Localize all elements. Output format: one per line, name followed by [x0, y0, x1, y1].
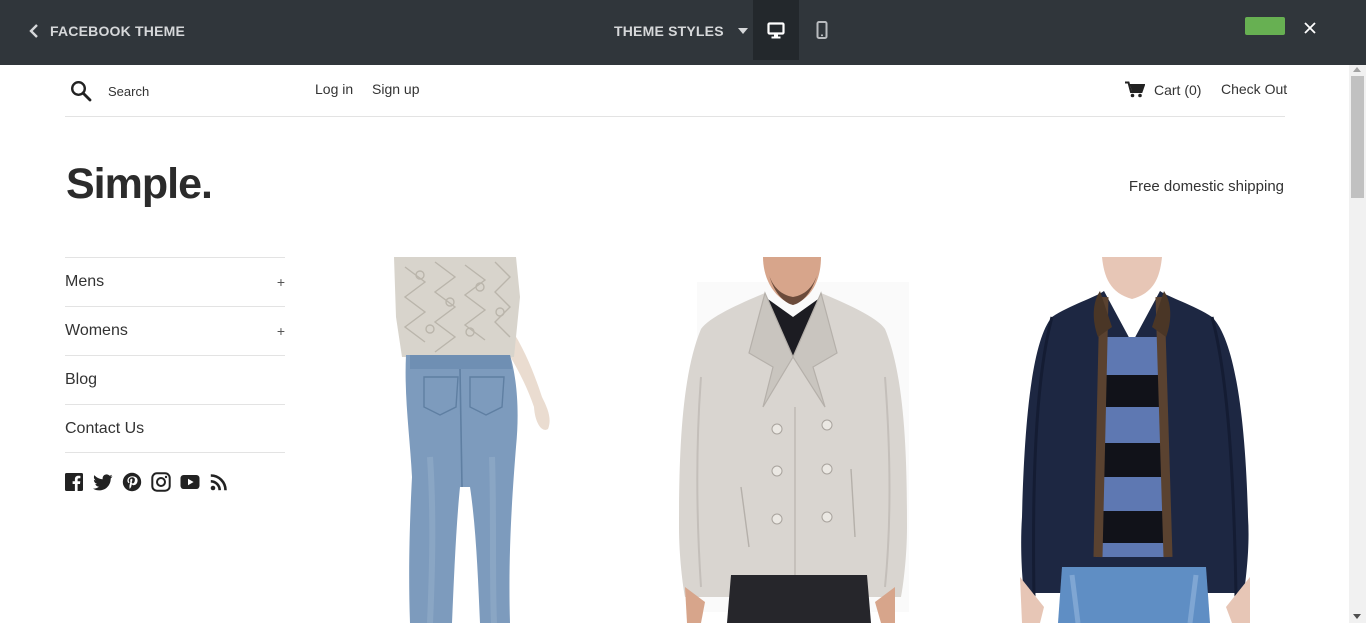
facebook-icon[interactable] [64, 472, 84, 492]
instagram-icon[interactable] [151, 472, 171, 492]
mobile-icon [816, 21, 828, 39]
expand-icon[interactable]: + [277, 274, 285, 290]
shipping-note: Free domestic shipping [1128, 178, 1284, 195]
cart-link[interactable]: Cart (0) [1125, 81, 1201, 98]
store-logo[interactable]: Simple. [66, 160, 213, 209]
desktop-icon [767, 21, 785, 38]
caret-down-icon [737, 28, 748, 34]
save-button[interactable] [1245, 17, 1285, 35]
theme-styles-label: THEME STYLES [614, 23, 724, 39]
social-links [64, 472, 229, 492]
theme-styles-dropdown[interactable]: THEME STYLES [614, 20, 748, 42]
sidebar-item-label: Womens [65, 322, 128, 339]
desktop-view-button[interactable] [753, 0, 799, 60]
twitter-icon[interactable] [93, 472, 113, 492]
product-jeans-image [394, 257, 550, 623]
pinterest-icon[interactable] [122, 472, 142, 492]
sidebar-menu: Mens + Womens + Blog Contact Us [65, 257, 285, 453]
youtube-icon[interactable] [180, 472, 200, 492]
search-icon[interactable] [70, 80, 92, 102]
header-divider [65, 116, 1285, 117]
search-input[interactable] [104, 80, 284, 102]
rss-icon[interactable] [209, 472, 229, 492]
product-card[interactable] [330, 257, 590, 623]
sidebar-item-label: Blog [65, 371, 98, 388]
back-to-theme-link[interactable]: FACEBOOK THEME [28, 20, 185, 42]
sidebar-item-contact[interactable]: Contact Us [65, 404, 285, 453]
mobile-view-button[interactable] [799, 0, 845, 60]
theme-toolbar: FACEBOOK THEME THEME STYLES [0, 0, 1366, 65]
sidebar-item-label: Mens [65, 273, 105, 290]
vertical-scrollbar[interactable] [1349, 65, 1366, 623]
login-link[interactable]: Log in [315, 81, 353, 97]
product-card[interactable] [645, 257, 910, 623]
sidebar-item-womens[interactable]: Womens + [65, 306, 285, 355]
chevron-left-icon [29, 24, 38, 38]
close-button[interactable] [1300, 18, 1320, 38]
back-label: FACEBOOK THEME [50, 23, 186, 39]
cart-icon [1125, 81, 1145, 98]
product-peacoat-image [679, 257, 909, 623]
product-card[interactable] [1000, 257, 1270, 623]
scroll-up-arrow-icon[interactable] [1353, 67, 1361, 72]
expand-icon[interactable]: + [277, 323, 285, 339]
scroll-down-arrow-icon[interactable] [1353, 614, 1361, 619]
sidebar-item-mens[interactable]: Mens + [65, 257, 285, 306]
signup-link[interactable]: Sign up [372, 81, 419, 97]
product-jacket-image [1020, 257, 1250, 623]
sidebar-item-label: Contact Us [65, 419, 145, 437]
cart-label: Cart (0) [1154, 81, 1202, 98]
close-icon [1304, 22, 1316, 34]
checkout-link[interactable]: Check Out [1221, 81, 1287, 97]
scrollbar-thumb[interactable] [1351, 76, 1364, 198]
sidebar-item-blog[interactable]: Blog [65, 355, 285, 404]
